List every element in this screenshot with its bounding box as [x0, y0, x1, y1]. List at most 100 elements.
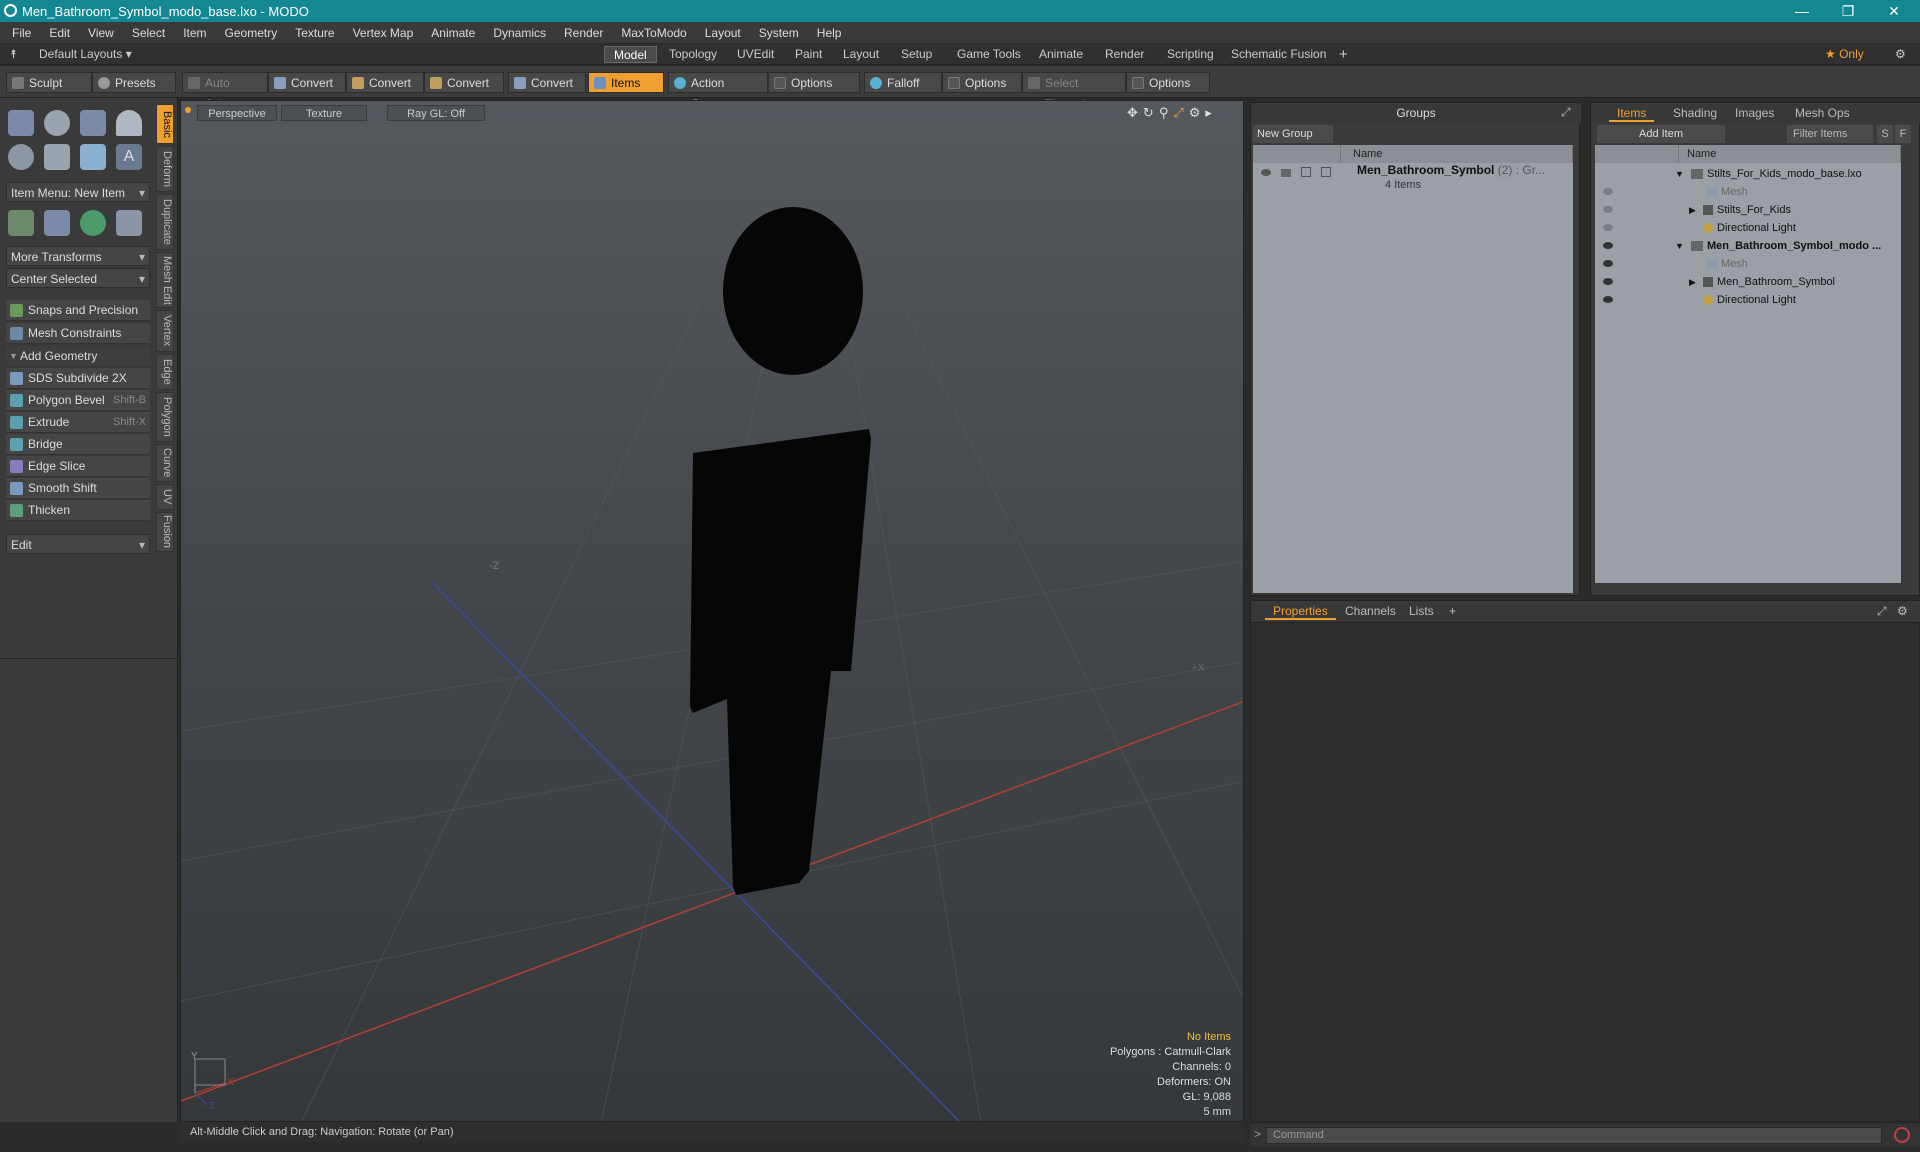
bridge-button[interactable]: Bridge — [6, 434, 150, 455]
menu-animate[interactable]: Animate — [422, 26, 484, 40]
menu-system[interactable]: System — [750, 26, 808, 40]
convert-edge-button[interactable]: Convert — [346, 72, 424, 93]
presets-button[interactable]: Presets F6 — [92, 72, 176, 111]
expand-icon[interactable]: ⤢ — [1877, 604, 1887, 619]
filter-items-input[interactable]: Filter Items — [1787, 125, 1873, 143]
mesh-constraints-button[interactable]: Mesh Constraints — [6, 323, 150, 344]
snaps-precision-button[interactable]: Snaps and Precision — [6, 300, 150, 321]
tab-channels[interactable]: Channels — [1337, 603, 1404, 620]
vtab-basic[interactable]: Basic — [156, 104, 174, 144]
only-toggle[interactable]: ★ Only — [1816, 46, 1873, 63]
item-row[interactable]: Mesh — [1595, 183, 1901, 201]
menu-item[interactable]: Item — [174, 26, 215, 40]
3d-viewport[interactable]: -Z +X Y X Z Perspective Texture Ray GL: … — [180, 100, 1244, 1122]
item-row[interactable]: ▼ Men_Bathroom_Symbol_modo ... — [1595, 237, 1901, 255]
vtab-fusion[interactable]: Fusion — [156, 512, 174, 552]
vtab-vertex[interactable]: Vertex — [156, 310, 174, 352]
filter-f-button[interactable]: F — [1895, 125, 1911, 143]
symbol-body[interactable] — [690, 429, 871, 895]
tab-animate[interactable]: Animate — [1030, 46, 1092, 63]
tab-schematic-fusion[interactable]: Schematic Fusion — [1222, 46, 1335, 63]
command-input[interactable]: Command — [1266, 1127, 1882, 1144]
pyramid-icon[interactable] — [116, 210, 142, 236]
viewport-settings-icon[interactable]: ⚙ — [1189, 105, 1206, 120]
menu-layout[interactable]: Layout — [696, 26, 750, 40]
viewport-menu-dot-icon[interactable] — [185, 107, 191, 113]
menu-help[interactable]: Help — [808, 26, 851, 40]
vtab-edge[interactable]: Edge — [156, 354, 174, 390]
eye-icon[interactable] — [1603, 188, 1613, 195]
texture-dropdown[interactable]: Texture — [281, 105, 367, 121]
menu-view[interactable]: View — [79, 26, 123, 40]
eye-icon[interactable] — [1603, 278, 1613, 285]
viewport-expand-arrow-icon[interactable]: ▸ — [1205, 105, 1217, 120]
group-name[interactable]: Men_Bathroom_Symbol (2) : Gr... — [1357, 163, 1545, 177]
transform-icon[interactable] — [8, 210, 34, 236]
select-through-button[interactable]: Select Through — [1022, 72, 1126, 111]
menu-geometry[interactable]: Geometry — [216, 26, 287, 40]
smooth-shift-button[interactable]: Smooth Shift — [6, 478, 150, 499]
groups-list[interactable]: Name Men_Bathroom_Symbol (2) : Gr... 4 I… — [1253, 145, 1573, 593]
action-center-options-button[interactable]: Options — [768, 72, 860, 93]
fit-view-icon[interactable]: ⤢ — [1173, 105, 1188, 120]
item-menu-dropdown[interactable]: Item Menu: New Item — [6, 182, 150, 203]
vtab-duplicate[interactable]: Duplicate — [156, 194, 174, 250]
menu-file[interactable]: File — [0, 26, 40, 40]
tab-shading[interactable]: Shading — [1665, 105, 1725, 122]
eye-icon[interactable] — [1603, 206, 1613, 213]
falloff-options-button[interactable]: Options — [942, 72, 1022, 93]
add-geometry-header[interactable]: ▼ Add Geometry — [6, 346, 150, 367]
viewport-nav-icons[interactable]: ✥↻⚲⤢⚙▸ — [1127, 105, 1217, 121]
globe-icon[interactable] — [80, 210, 106, 236]
item-row[interactable]: Directional Light — [1595, 291, 1901, 309]
zoom-view-icon[interactable]: ⚲ — [1159, 105, 1174, 120]
menu-maxtomodo[interactable]: MaxToModo — [612, 26, 695, 40]
tab-items[interactable]: Items — [1609, 105, 1655, 122]
expand-triangle-icon[interactable]: ▶ — [1689, 201, 1696, 219]
tab-setup[interactable]: Setup — [892, 46, 941, 63]
tab-game-tools[interactable]: Game Tools — [948, 46, 1030, 63]
edit-dropdown[interactable]: Edit — [6, 534, 150, 555]
expand-triangle-icon[interactable]: ▼ — [1675, 165, 1684, 183]
item-row[interactable]: ▶ Stilts_For_Kids — [1595, 201, 1901, 219]
convert-vertex-button[interactable]: Convert — [268, 72, 346, 93]
gear-icon[interactable]: ⚙ — [1886, 46, 1915, 63]
item-list[interactable]: Name ▼ Stilts_For_Kids_modo_base.lxo Mesh… — [1595, 145, 1901, 583]
convert-polygon-button[interactable]: Convert — [424, 72, 504, 93]
tab-images[interactable]: Images — [1727, 105, 1782, 122]
eye-icon[interactable] — [1603, 296, 1613, 303]
center-selected-dropdown[interactable]: Center Selected — [6, 268, 150, 289]
gear-icon[interactable]: ⚙ — [1897, 604, 1908, 618]
vtab-deform[interactable]: Deform — [156, 146, 174, 192]
item-row[interactable]: Directional Light — [1595, 219, 1901, 237]
action-center-button[interactable]: Action Center — [668, 72, 768, 111]
rotate-view-icon[interactable]: ↻ — [1143, 105, 1159, 120]
perspective-dropdown[interactable]: Perspective — [197, 105, 277, 121]
filter-s-button[interactable]: S — [1877, 125, 1893, 143]
sculpt-button[interactable]: Sculpt — [6, 72, 92, 93]
more-transforms-dropdown[interactable]: More Transforms — [6, 246, 150, 267]
cube-icon[interactable] — [8, 110, 34, 136]
item-row[interactable]: ▼ Stilts_For_Kids_modo_base.lxo — [1595, 165, 1901, 183]
capsule-icon[interactable] — [44, 144, 70, 170]
tab-paint[interactable]: Paint — [786, 46, 831, 63]
vtab-curve[interactable]: Curve — [156, 444, 174, 482]
minimize-button[interactable]: — — [1780, 0, 1824, 22]
tab-properties[interactable]: Properties — [1265, 603, 1336, 620]
close-button[interactable]: ✕ — [1872, 0, 1916, 22]
symbol-head[interactable] — [723, 207, 863, 375]
group-select-checkbox[interactable] — [1321, 167, 1331, 177]
vtab-uv[interactable]: UV — [156, 484, 174, 510]
cylinder-icon[interactable] — [80, 110, 106, 136]
vtab-polygon[interactable]: Polygon — [156, 392, 174, 442]
menu-vertex-map[interactable]: Vertex Map — [344, 26, 423, 40]
tab-lists[interactable]: Lists — [1401, 603, 1442, 620]
eye-icon[interactable] — [1603, 224, 1613, 231]
falloff-button[interactable]: Falloff — [864, 72, 942, 93]
tab-topology[interactable]: Topology — [660, 46, 726, 63]
tab-render[interactable]: Render — [1096, 46, 1153, 63]
menu-edit[interactable]: Edit — [40, 26, 79, 40]
add-item-button[interactable]: Add Item — [1597, 125, 1725, 143]
thicken-button[interactable]: Thicken — [6, 500, 150, 521]
polygon-bevel-button[interactable]: Polygon Bevel Shift-B — [6, 390, 150, 411]
